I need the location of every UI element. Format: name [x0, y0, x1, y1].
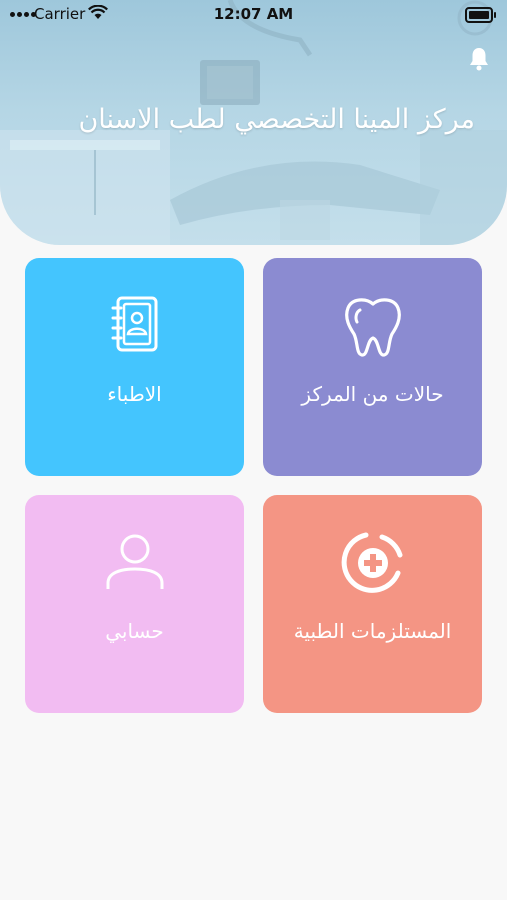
- account-tile-label: حسابي: [105, 619, 164, 643]
- medical-supplies-tile-label: المستلزمات الطبية: [293, 619, 452, 643]
- header-banner: Carrier 12:07 AM مركز المينا التخصصي لطب…: [0, 0, 507, 245]
- account-tile[interactable]: حسابي: [25, 495, 244, 713]
- bell-icon[interactable]: [467, 46, 491, 72]
- cases-tile[interactable]: حالات من المركز: [263, 258, 482, 476]
- status-bar: Carrier 12:07 AM: [0, 0, 507, 28]
- clock: 12:07 AM: [213, 5, 294, 23]
- page-title: مركز المينا التخصصي لطب الاسنان: [78, 104, 475, 135]
- cases-tile-label: حالات من المركز: [301, 382, 444, 406]
- doctors-tile[interactable]: الاطباء: [25, 258, 244, 476]
- tooth-icon: [344, 298, 401, 357]
- doctors-book-icon: [111, 296, 157, 352]
- user-icon: [106, 534, 163, 589]
- medical-cross-icon: [341, 532, 402, 593]
- battery-icon: [465, 7, 496, 23]
- doctors-tile-label: الاطباء: [107, 382, 162, 406]
- medical-supplies-tile[interactable]: المستلزمات الطبية: [263, 495, 482, 713]
